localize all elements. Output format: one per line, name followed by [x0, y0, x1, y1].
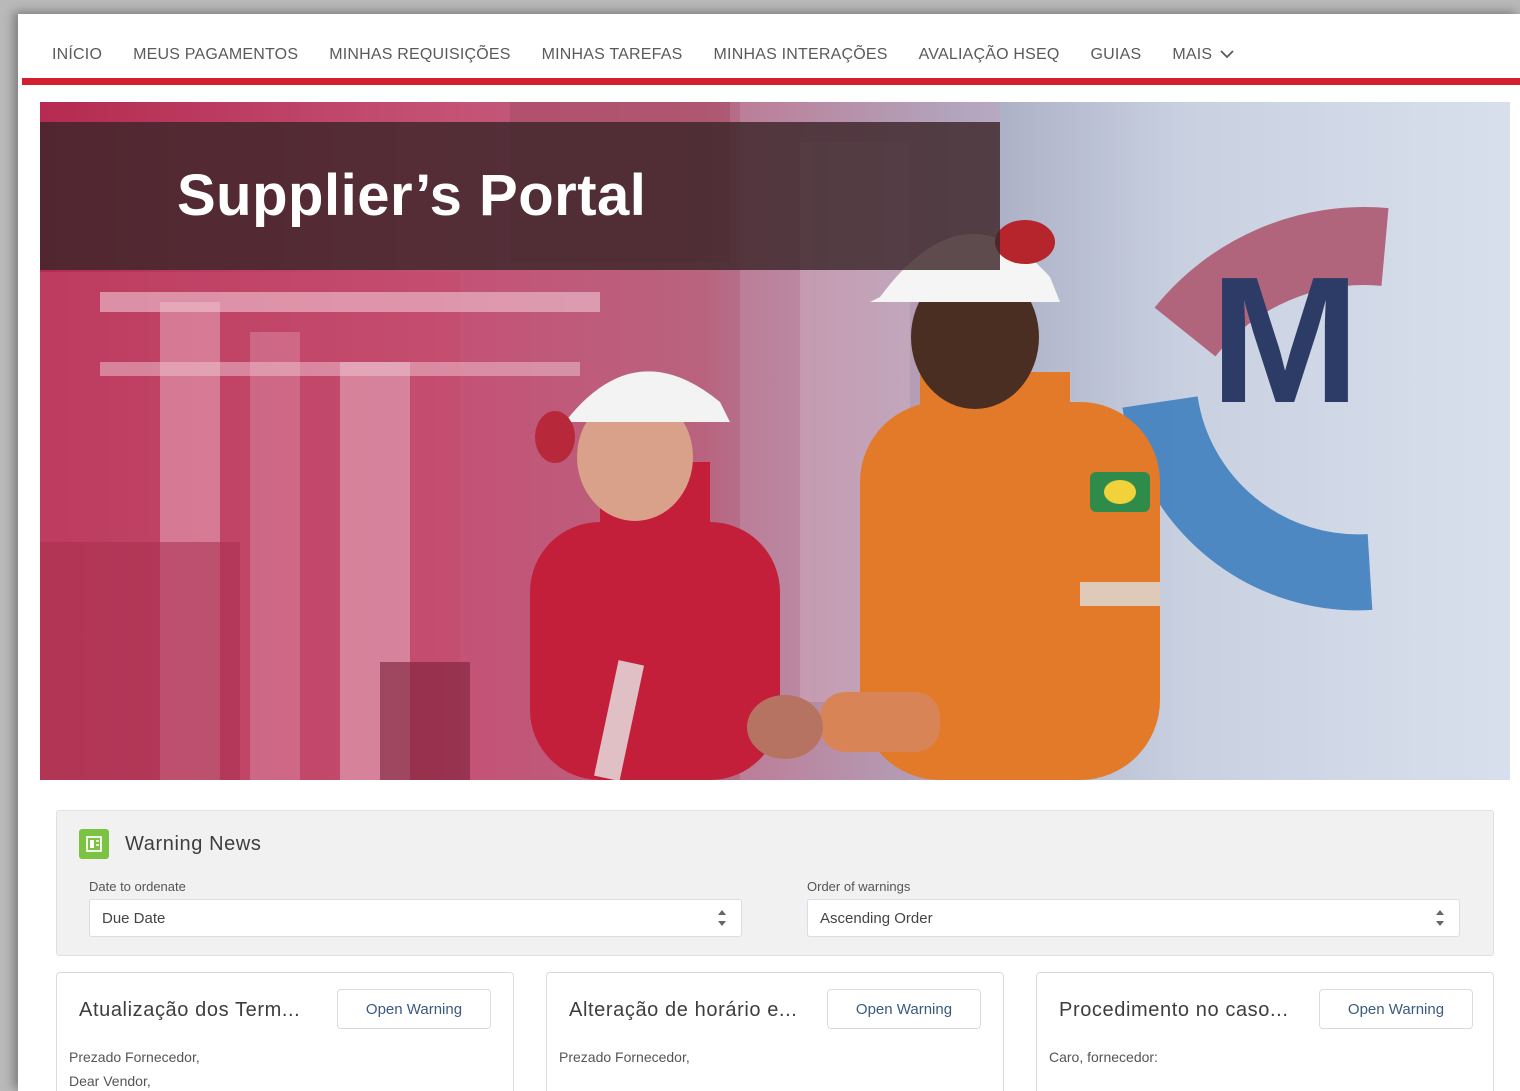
order-of-warnings-value: Ascending Order	[820, 909, 933, 927]
date-to-ordenate-label: Date to ordenate	[89, 879, 186, 894]
warning-card-text: Prezado Fornecedor,	[69, 1049, 200, 1065]
nav-item-mais[interactable]: MAIS	[1172, 46, 1234, 64]
warning-card-text: Caro, fornecedor:	[1049, 1049, 1158, 1065]
nav-item-meus-pagamentos[interactable]: MEUS PAGAMENTOS	[133, 46, 298, 64]
browser-page: INÍCIO MEUS PAGAMENTOS MINHAS REQUISIÇÕE…	[18, 14, 1520, 1091]
warning-card-text: Prezado Fornecedor,	[559, 1049, 690, 1065]
nav-more-label: MAIS	[1172, 46, 1213, 63]
select-arrows-icon	[1435, 908, 1445, 932]
nav-menu: INÍCIO MEUS PAGAMENTOS MINHAS REQUISIÇÕE…	[52, 46, 1265, 64]
warning-card-title: Procedimento no caso...	[1059, 999, 1289, 1021]
hero-logo-letter: M	[1210, 240, 1360, 441]
date-to-ordenate-select[interactable]: Due Date	[89, 899, 742, 937]
warning-card-text: Dear Vendor,	[69, 1073, 151, 1089]
hero-title: Supplier’s Portal	[177, 163, 647, 228]
nav-item-guias[interactable]: GUIAS	[1091, 46, 1142, 64]
chevron-down-icon	[1220, 46, 1234, 64]
warning-news-header: Warning News	[79, 829, 262, 859]
nav-accent-line	[22, 78, 1520, 85]
warning-card-title: Alteração de horário e...	[569, 999, 798, 1021]
open-warning-button[interactable]: Open Warning	[1319, 989, 1473, 1029]
hero-banner: M Supplier’s Portal	[40, 102, 1510, 780]
order-of-warnings-label: Order of warnings	[807, 879, 911, 894]
nav-item-avaliacao-hseq[interactable]: AVALIAÇÃO HSEQ	[919, 46, 1060, 64]
warning-card: Atualização dos Term... Open Warning Pre…	[56, 972, 514, 1091]
select-arrows-icon	[717, 908, 727, 932]
nav-item-minhas-interacoes[interactable]: MINHAS INTERAÇÕES	[714, 46, 888, 64]
nav-item-inicio[interactable]: INÍCIO	[52, 46, 102, 64]
nav-item-minhas-tarefas[interactable]: MINHAS TAREFAS	[542, 46, 683, 64]
warning-news-title: Warning News	[125, 832, 262, 855]
warning-card-title: Atualização dos Term...	[79, 999, 301, 1021]
open-warning-button[interactable]: Open Warning	[337, 989, 491, 1029]
warning-card: Alteração de horário e... Open Warning P…	[546, 972, 1004, 1091]
order-of-warnings-select[interactable]: Ascending Order	[807, 899, 1460, 937]
warning-news-panel: Warning News Date to ordenate Due Date O…	[56, 810, 1494, 956]
nav-item-minhas-requisicoes[interactable]: MINHAS REQUISIÇÕES	[329, 46, 510, 64]
date-to-ordenate-value: Due Date	[102, 909, 166, 927]
open-warning-button[interactable]: Open Warning	[827, 989, 981, 1029]
news-icon	[79, 829, 109, 859]
top-navigation: INÍCIO MEUS PAGAMENTOS MINHAS REQUISIÇÕE…	[18, 14, 1520, 86]
warning-card: Procedimento no caso... Open Warning Car…	[1036, 972, 1494, 1091]
